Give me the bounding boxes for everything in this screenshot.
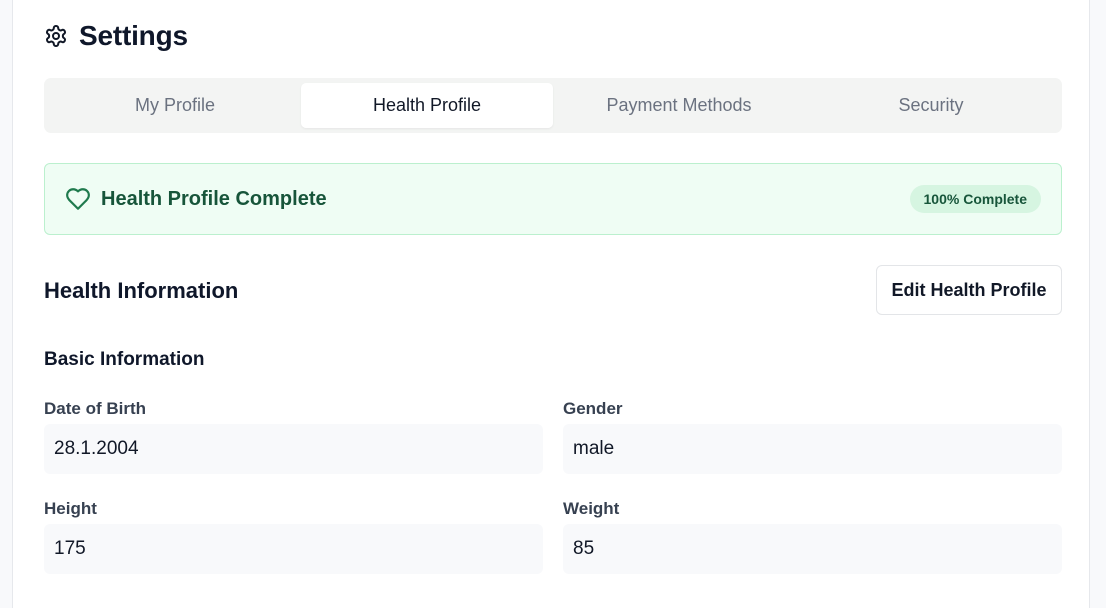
settings-card: Settings My Profile Health Profile Payme… — [12, 0, 1090, 608]
settings-tabs: My Profile Health Profile Payment Method… — [44, 78, 1062, 133]
tab-security[interactable]: Security — [805, 83, 1057, 128]
field-value: 175 — [44, 524, 543, 574]
weight-field: Weight 85 — [563, 498, 1062, 574]
field-value: 85 — [563, 524, 1062, 574]
date-of-birth-field: Date of Birth 28.1.2004 — [44, 398, 543, 474]
field-value: male — [563, 424, 1062, 474]
basic-information-title: Basic Information — [44, 349, 205, 370]
tab-payment-methods[interactable]: Payment Methods — [553, 83, 805, 128]
field-value: 28.1.2004 — [44, 424, 543, 474]
banner-title: Health Profile Complete — [101, 187, 327, 210]
height-field: Height 175 — [44, 498, 543, 574]
profile-complete-banner: Health Profile Complete 100% Complete — [44, 163, 1062, 235]
heart-icon — [66, 188, 90, 210]
edit-health-profile-button[interactable]: Edit Health Profile — [876, 265, 1062, 315]
gear-icon — [46, 25, 66, 47]
page-title: Settings — [79, 20, 188, 51]
field-label: Weight — [563, 499, 620, 518]
health-information-title: Health Information — [44, 278, 239, 303]
gender-field: Gender male — [563, 398, 1062, 474]
tab-health-profile[interactable]: Health Profile — [301, 83, 553, 128]
field-label: Date of Birth — [44, 399, 146, 418]
field-label: Height — [44, 499, 97, 518]
completion-badge: 100% Complete — [909, 185, 1041, 213]
page-header: Settings — [44, 20, 188, 52]
field-label: Gender — [563, 399, 623, 418]
tab-my-profile[interactable]: My Profile — [49, 83, 301, 128]
